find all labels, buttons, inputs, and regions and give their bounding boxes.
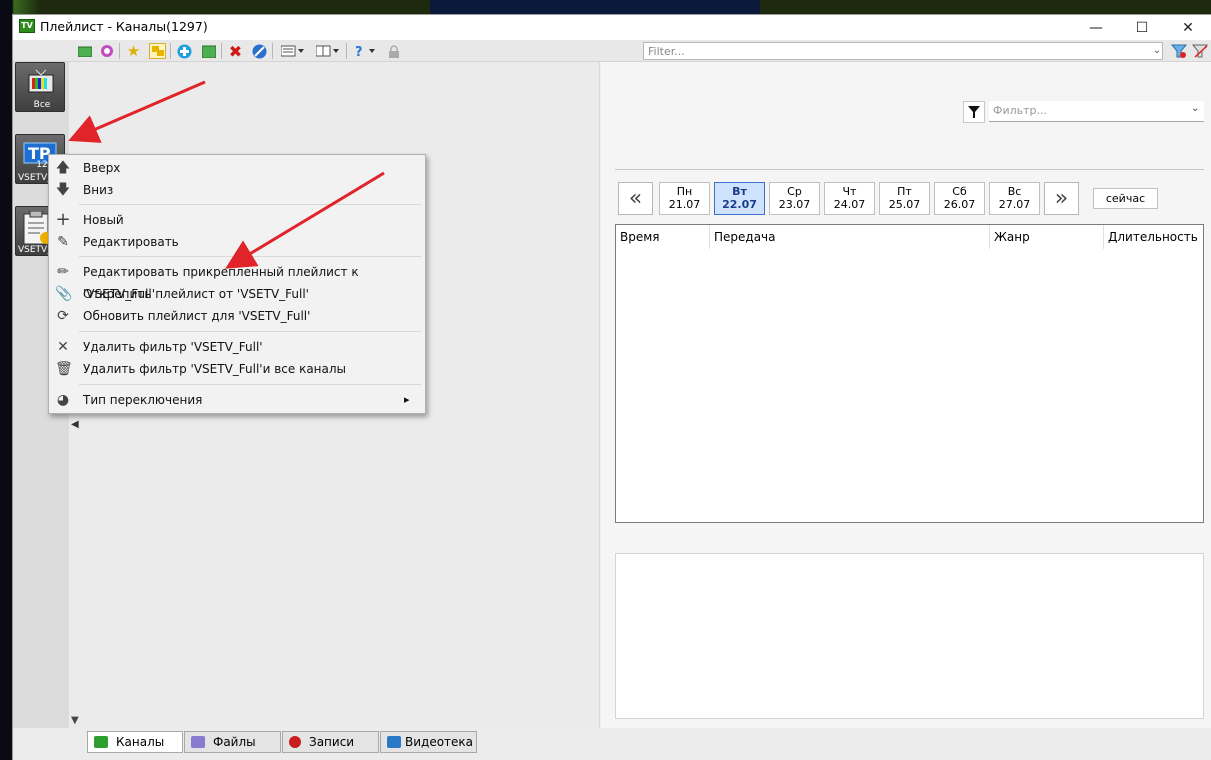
red-arrow	[68, 80, 206, 143]
annotation-arrows	[68, 80, 385, 269]
red-arrow	[225, 171, 385, 269]
